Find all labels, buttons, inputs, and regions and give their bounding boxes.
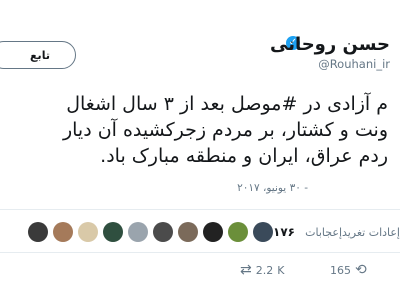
like-action-count: 165 <box>330 263 351 277</box>
divider <box>0 209 400 210</box>
follow-button[interactable]: تابع <box>0 41 76 69</box>
follow-button-label: تابع <box>30 48 50 62</box>
retweet-action[interactable]: ⇄ 2.2 K <box>240 262 284 278</box>
avatar[interactable] <box>28 222 48 242</box>
retweet-action-count-suffix: K <box>277 263 285 277</box>
likes-stat-label[interactable]: إعجابات <box>305 226 342 239</box>
like-action[interactable]: 165 ⟲ <box>330 262 367 278</box>
avatar[interactable] <box>128 222 148 242</box>
repost-icon: ⟲ <box>355 262 367 278</box>
account-handle[interactable]: @Rouhani_ir <box>318 57 390 71</box>
avatar[interactable] <box>103 222 123 242</box>
tweet-text-line-1: م آزادی در #موصل بعد از ۳ سال اشغال <box>66 93 388 115</box>
tweet-text-line-3: ردم عراق، ایران و منطقه مبارک باد. <box>100 145 388 167</box>
divider <box>0 252 400 253</box>
avatar[interactable] <box>228 222 248 242</box>
avatar[interactable] <box>153 222 173 242</box>
retweet-icon: ⇄ <box>240 262 252 278</box>
avatar[interactable] <box>178 222 198 242</box>
retweets-stat-label[interactable]: إعادات تغريد <box>342 226 400 239</box>
retweet-action-count: 2.2 <box>255 263 274 277</box>
avatar[interactable] <box>78 222 98 242</box>
tweet-timestamp[interactable]: - ۳۰ یونیو، ۲۰۱۷ <box>237 182 308 194</box>
tweet-text-line-2: ونت و کشتار، بر مردم زجرکشیده آن دیار <box>62 119 388 141</box>
account-name[interactable]: حسن روحانی <box>270 34 390 55</box>
avatar[interactable] <box>203 222 223 242</box>
avatar[interactable] <box>253 222 273 242</box>
avatar[interactable] <box>53 222 73 242</box>
